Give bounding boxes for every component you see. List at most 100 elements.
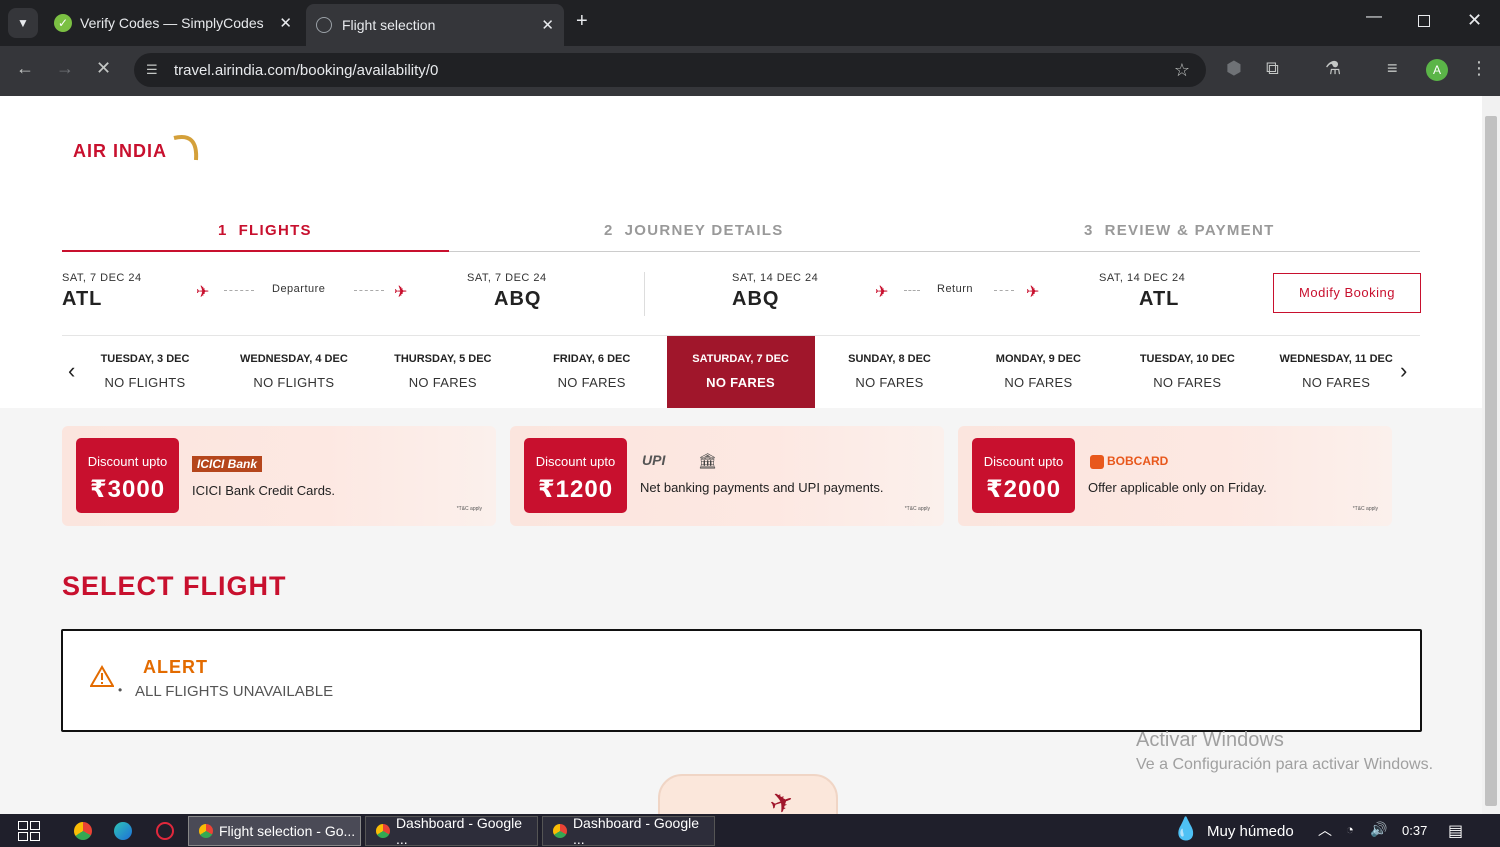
weather-drop-icon: 💧 xyxy=(1172,816,1200,841)
date-label: SUNDAY, 8 DEC xyxy=(848,353,931,365)
discount-badge: Discount upto ₹1200 xyxy=(524,438,627,513)
date-option[interactable]: WEDNESDAY, 11 DEC NO FARES xyxy=(1262,336,1410,408)
extension-icon[interactable]: ⬢ xyxy=(1226,58,1242,79)
site-info-icon[interactable]: ☰ xyxy=(146,62,158,78)
takeoff-icon: ✈ xyxy=(196,284,210,301)
outbound-to-date: SAT, 7 DEC 24 xyxy=(467,272,547,284)
tab-verify-codes[interactable]: ✓ Verify Codes — SimplyCodes ✕ xyxy=(44,6,302,40)
step-review-payment: 3 REVIEW & PAYMENT xyxy=(1084,222,1275,239)
date-next-chevron-icon[interactable]: › xyxy=(1400,358,1407,384)
alert-message: ALL FLIGHTS UNAVAILABLE xyxy=(135,683,334,700)
route-dashes xyxy=(994,290,1014,291)
tab-flight-selection[interactable]: Flight selection ✕ xyxy=(306,4,564,46)
date-label: FRIDAY, 6 DEC xyxy=(553,353,631,365)
outbound-from-date: SAT, 7 DEC 24 xyxy=(62,272,142,284)
alert-box: ALERT • ALL FLIGHTS UNAVAILABLE xyxy=(61,629,1422,732)
start-grid-icon[interactable] xyxy=(18,821,40,841)
offer-card-upi[interactable]: Discount upto ₹1200 UPI 🏛 Net banking pa… xyxy=(510,426,944,526)
extensions-puzzle-icon[interactable]: ⧉ xyxy=(1266,58,1279,79)
close-window-icon[interactable]: ✕ xyxy=(1467,10,1482,31)
trip-divider xyxy=(644,272,645,316)
date-option[interactable]: SATURDAY, 7 DEC NO FARES xyxy=(666,336,815,408)
date-option[interactable]: WEDNESDAY, 4 DEC NO FLIGHTS xyxy=(220,336,368,408)
discount-badge: Discount upto ₹2000 xyxy=(972,438,1075,513)
return-label: Return xyxy=(937,283,974,295)
labs-flask-icon[interactable]: ⚗ xyxy=(1325,58,1341,79)
taskbar-window-button[interactable]: Dashboard - Google ... xyxy=(542,815,715,847)
bank-building-icon: 🏛 xyxy=(698,453,718,470)
page-viewport: AIR INDIA 1 FLIGHTS 2 JOURNEY DETAILS 3 … xyxy=(0,96,1482,814)
chrome-pinned-icon[interactable] xyxy=(74,822,92,840)
offer-card-icici[interactable]: Discount upto ₹3000 ICICI Bank ICICI Ban… xyxy=(62,426,496,526)
date-option[interactable]: FRIDAY, 6 DEC NO FARES xyxy=(518,336,666,408)
departure-label: Departure xyxy=(272,283,326,295)
app-pinned-icon[interactable] xyxy=(156,822,174,840)
date-status: NO FARES xyxy=(1302,375,1371,390)
outbound-to-code: ABQ xyxy=(494,288,542,310)
upi-logo: UPI xyxy=(642,452,666,468)
taskbar-window-button[interactable]: Dashboard - Google ... xyxy=(365,815,538,847)
no-flights-illustration xyxy=(658,774,838,814)
route-dashes xyxy=(354,290,384,291)
notifications-icon[interactable]: ▤ xyxy=(1448,821,1463,841)
air-india-logo[interactable]: AIR INDIA xyxy=(73,141,167,162)
alert-bullet: • xyxy=(118,683,123,697)
minimize-icon[interactable]: — xyxy=(1366,8,1382,26)
tab-title: Flight selection xyxy=(342,17,436,33)
tray-chevron-up-icon[interactable]: ︿ xyxy=(1318,820,1332,840)
tab-title: Verify Codes — SimplyCodes xyxy=(80,15,264,31)
stop-loading-icon[interactable]: ✕ xyxy=(96,58,111,79)
taskbar-window-button[interactable]: Flight selection - Go... xyxy=(188,816,361,846)
date-option[interactable]: THURSDAY, 5 DEC NO FARES xyxy=(369,336,517,408)
offer-description: Offer applicable only on Friday. xyxy=(1088,480,1267,495)
windows-activation-subtitle: Ve a Configuración para activar Windows. xyxy=(1136,756,1434,773)
tab-list-button[interactable]: ▼ xyxy=(8,8,38,38)
terms-note: *T&C apply xyxy=(904,506,930,512)
menu-kebab-icon[interactable]: ⋮ xyxy=(1470,58,1488,79)
window-title: Dashboard - Google ... xyxy=(395,815,523,847)
address-bar[interactable]: ☰ travel.airindia.com/booking/availabili… xyxy=(134,53,1206,87)
date-option[interactable]: TUESDAY, 10 DEC NO FARES xyxy=(1113,336,1261,408)
select-flight-title: SELECT FLIGHT xyxy=(62,571,287,601)
chrome-icon xyxy=(553,824,567,838)
new-tab-icon[interactable]: + xyxy=(576,10,588,33)
return-from-date: SAT, 14 DEC 24 xyxy=(732,272,819,284)
offer-card-bobcard[interactable]: Discount upto ₹2000 BOBCARD Offer applic… xyxy=(958,426,1392,526)
close-tab-icon[interactable]: ✕ xyxy=(541,16,554,34)
volume-icon[interactable]: 🔊 xyxy=(1370,821,1387,838)
edge-pinned-icon[interactable] xyxy=(114,822,132,840)
clock-time[interactable]: 0:37 xyxy=(1402,823,1427,838)
weather-text[interactable]: Muy húmedo xyxy=(1207,823,1294,840)
browser-tab-bar: ▼ ✓ Verify Codes — SimplyCodes ✕ Flight … xyxy=(0,0,1500,46)
date-option[interactable]: TUESDAY, 3 DEC NO FLIGHTS xyxy=(71,336,219,408)
date-label: TUESDAY, 3 DEC xyxy=(100,353,190,365)
date-option[interactable]: MONDAY, 9 DEC NO FARES xyxy=(964,336,1112,408)
alert-title: ALERT xyxy=(143,657,208,677)
url-text: travel.airindia.com/booking/availability… xyxy=(174,61,439,79)
step-journey-details: 2 JOURNEY DETAILS xyxy=(604,222,784,239)
reading-list-icon[interactable]: ≡ xyxy=(1387,58,1398,79)
forward-icon[interactable]: → xyxy=(56,58,74,79)
scrollbar-thumb[interactable] xyxy=(1485,116,1497,806)
icici-bank-logo: ICICI Bank xyxy=(192,456,263,472)
modify-booking-button[interactable]: Modify Booking xyxy=(1273,273,1421,313)
windows-activation-title: Activar Windows xyxy=(1136,729,1284,751)
date-option[interactable]: SUNDAY, 8 DEC NO FARES xyxy=(816,336,964,408)
back-icon[interactable]: ← xyxy=(16,58,34,79)
terms-note: *T&C apply xyxy=(1352,506,1378,512)
restore-icon[interactable] xyxy=(1418,15,1430,27)
profile-avatar[interactable]: A xyxy=(1426,59,1448,81)
date-label: WEDNESDAY, 4 DEC xyxy=(239,353,348,365)
date-label: WEDNESDAY, 11 DEC xyxy=(1279,353,1393,365)
globe-favicon-icon xyxy=(316,17,332,33)
date-label: THURSDAY, 5 DEC xyxy=(394,353,492,365)
date-status: NO FARES xyxy=(1153,375,1222,390)
close-tab-icon[interactable]: ✕ xyxy=(279,14,292,32)
terms-note: *T&C apply xyxy=(456,506,482,512)
route-dashes xyxy=(224,290,254,291)
discount-badge: Discount upto ₹3000 xyxy=(76,438,179,513)
bookmark-star-icon[interactable]: ☆ xyxy=(1174,60,1190,81)
date-status: NO FLIGHTS xyxy=(253,375,335,390)
network-icon[interactable]: ◔ xyxy=(1346,822,1354,837)
bobcard-mark-icon xyxy=(1090,454,1104,469)
